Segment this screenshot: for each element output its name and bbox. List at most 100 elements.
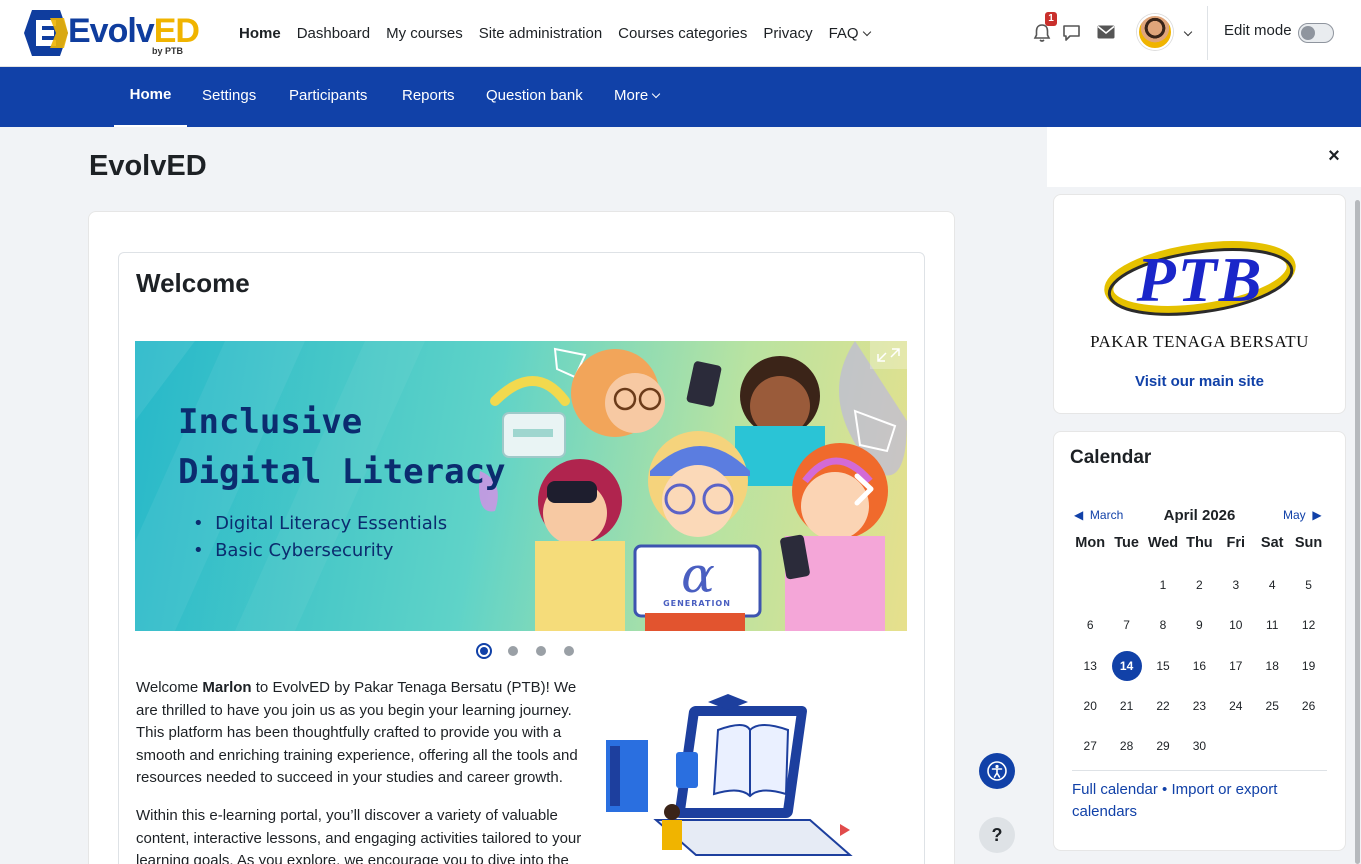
calendar-weekday-row: Mon Tue Wed Thu Fri Sat Sun xyxy=(1072,535,1327,555)
calendar-week-row: 6 7 8 9 10 11 12 xyxy=(1072,595,1327,635)
calendar-day[interactable]: 19 xyxy=(1290,659,1326,673)
calendar-week-row: 27 28 29 30 xyxy=(1072,716,1327,756)
calendar-day[interactable]: 13 xyxy=(1072,659,1108,673)
evolved-logo-icon xyxy=(24,10,68,56)
calendar-day[interactable]: 3 xyxy=(1218,578,1254,592)
drawer-scrollbar[interactable] xyxy=(1355,200,1360,864)
help-button[interactable]: ? xyxy=(979,817,1015,853)
calendar-grid: Mon Tue Wed Thu Fri Sat Sun 1 2 3 4 5 6 7 8 9 10 11 12 13 14… xyxy=(1072,535,1327,756)
calendar-day[interactable]: 12 xyxy=(1290,618,1326,632)
secnav-home[interactable]: Home xyxy=(114,67,187,127)
elearning-illustration xyxy=(606,694,853,856)
banner-bullet: • Basic Cybersecurity xyxy=(193,540,394,561)
calendar-day[interactable]: 24 xyxy=(1218,699,1254,713)
calendar-day[interactable]: 2 xyxy=(1181,578,1217,592)
full-calendar-link[interactable]: Full calendar xyxy=(1072,781,1158,798)
primary-navigation: Home Dashboard My courses Site administr… xyxy=(231,0,878,67)
calendar-weekday: Thu xyxy=(1186,535,1213,551)
calendar-day[interactable]: 30 xyxy=(1181,739,1217,753)
calendar-day[interactable]: 25 xyxy=(1254,699,1290,713)
envelope-icon[interactable] xyxy=(1097,25,1115,39)
caret-right-icon: ▶ xyxy=(1312,508,1322,522)
ptb-logo-text: PTB xyxy=(1136,244,1264,315)
drawer-header xyxy=(1047,127,1361,187)
welcome-paragraph-2: Within this e-learning portal, you’ll di… xyxy=(136,807,582,864)
calendar-footer-divider xyxy=(1072,770,1327,771)
calendar-day[interactable]: 18 xyxy=(1254,659,1290,673)
calendar-day[interactable]: 15 xyxy=(1145,659,1181,673)
secnav-question-bank[interactable]: Question bank xyxy=(486,67,583,127)
nav-courses-categories[interactable]: Courses categories xyxy=(610,25,755,42)
calendar-footer-links: Full calendar • Import or export calenda… xyxy=(1072,781,1278,820)
calendar-title: Calendar xyxy=(1070,447,1152,468)
navbar-divider xyxy=(1207,6,1208,60)
calendar-day[interactable]: 9 xyxy=(1181,618,1217,632)
calendar-day[interactable]: 21 xyxy=(1108,699,1144,713)
carousel-dot-3[interactable] xyxy=(536,646,546,656)
nav-dashboard[interactable]: Dashboard xyxy=(289,25,378,42)
calendar-weekday: Wed xyxy=(1147,535,1179,551)
calendar-day[interactable]: 8 xyxy=(1145,618,1181,632)
alpha-symbol: α xyxy=(681,546,715,604)
calendar-prev-month-link[interactable]: ◀ March xyxy=(1074,508,1123,522)
user-menu-chevron-icon[interactable] xyxy=(1183,27,1193,37)
ptb-company-name: PAKAR TENAGA BERSATU xyxy=(1090,332,1309,351)
carousel-slide-banner[interactable]: Inclusive Digital Literacy • Digital Lit… xyxy=(135,341,907,631)
calendar-week-row: 13 14 15 16 17 18 19 xyxy=(1072,636,1327,681)
calendar-weekday: Sat xyxy=(1260,535,1284,551)
expand-icon[interactable] xyxy=(870,341,907,369)
edit-mode-label: Edit mode xyxy=(1224,22,1292,39)
calendar-day[interactable]: 29 xyxy=(1145,739,1181,753)
secondary-navigation: Home Settings Participants Reports Quest… xyxy=(0,67,1361,127)
user-first-name: Marlon xyxy=(202,679,252,696)
calendar-day[interactable]: 10 xyxy=(1218,618,1254,632)
calendar-day[interactable]: 20 xyxy=(1072,699,1108,713)
nav-home[interactable]: Home xyxy=(231,25,289,42)
visit-main-site-link[interactable]: Visit our main site xyxy=(1053,373,1346,390)
generation-label: GENERATION xyxy=(663,599,731,608)
nav-site-administration[interactable]: Site administration xyxy=(471,25,610,42)
calendar-day[interactable]: 27 xyxy=(1072,739,1108,753)
secnav-reports[interactable]: Reports xyxy=(402,67,455,127)
bell-icon[interactable] xyxy=(1033,23,1051,43)
accessibility-button[interactable] xyxy=(979,753,1015,789)
chevron-down-icon xyxy=(862,27,871,37)
calendar-day[interactable]: 11 xyxy=(1254,618,1290,632)
calendar-day[interactable]: 23 xyxy=(1181,699,1217,713)
close-drawer-icon[interactable]: × xyxy=(1324,146,1344,166)
calendar-next-month-link[interactable]: May ▶ xyxy=(1283,508,1322,522)
nav-privacy[interactable]: Privacy xyxy=(755,25,820,42)
chat-icon[interactable] xyxy=(1062,23,1081,42)
calendar-day[interactable]: 6 xyxy=(1072,618,1108,632)
welcome-paragraph-1: Welcome Marlon to EvolvED by Pakar Tenag… xyxy=(136,679,578,786)
notification-badge: 1 xyxy=(1045,12,1057,26)
edit-mode-toggle[interactable] xyxy=(1298,23,1334,43)
user-avatar[interactable] xyxy=(1137,14,1173,50)
welcome-heading: Welcome xyxy=(136,268,250,298)
carousel-dot-2[interactable] xyxy=(508,646,518,656)
calendar-day[interactable]: 5 xyxy=(1290,578,1326,592)
carousel-dot-1[interactable] xyxy=(476,643,492,659)
logo-subtitle: by PTB xyxy=(152,46,184,56)
calendar-weekday: Tue xyxy=(1114,535,1139,551)
banner-bullet: • Digital Literacy Essentials xyxy=(193,513,448,534)
calendar-week-row: 20 21 22 23 24 25 26 xyxy=(1072,676,1327,716)
site-logo[interactable]: EvolvED by PTB xyxy=(20,8,200,58)
nav-my-courses[interactable]: My courses xyxy=(378,25,471,42)
calendar-day[interactable]: 22 xyxy=(1145,699,1181,713)
banner-heading: Inclusive Digital Literacy xyxy=(178,402,506,492)
caret-left-icon: ◀ xyxy=(1074,508,1084,522)
secnav-more[interactable]: More xyxy=(614,67,661,127)
calendar-day[interactable]: 16 xyxy=(1181,659,1217,673)
carousel-dot-4[interactable] xyxy=(564,646,574,656)
calendar-day[interactable]: 7 xyxy=(1108,618,1144,632)
secnav-participants[interactable]: Participants xyxy=(289,67,367,127)
calendar-day[interactable]: 4 xyxy=(1254,578,1290,592)
nav-faq[interactable]: FAQ xyxy=(821,25,878,42)
calendar-weekday: Sun xyxy=(1294,535,1323,551)
calendar-day[interactable]: 1 xyxy=(1145,578,1181,592)
calendar-day[interactable]: 26 xyxy=(1290,699,1326,713)
secnav-settings[interactable]: Settings xyxy=(202,67,256,127)
calendar-day[interactable]: 17 xyxy=(1218,659,1254,673)
calendar-day[interactable]: 28 xyxy=(1108,739,1144,753)
